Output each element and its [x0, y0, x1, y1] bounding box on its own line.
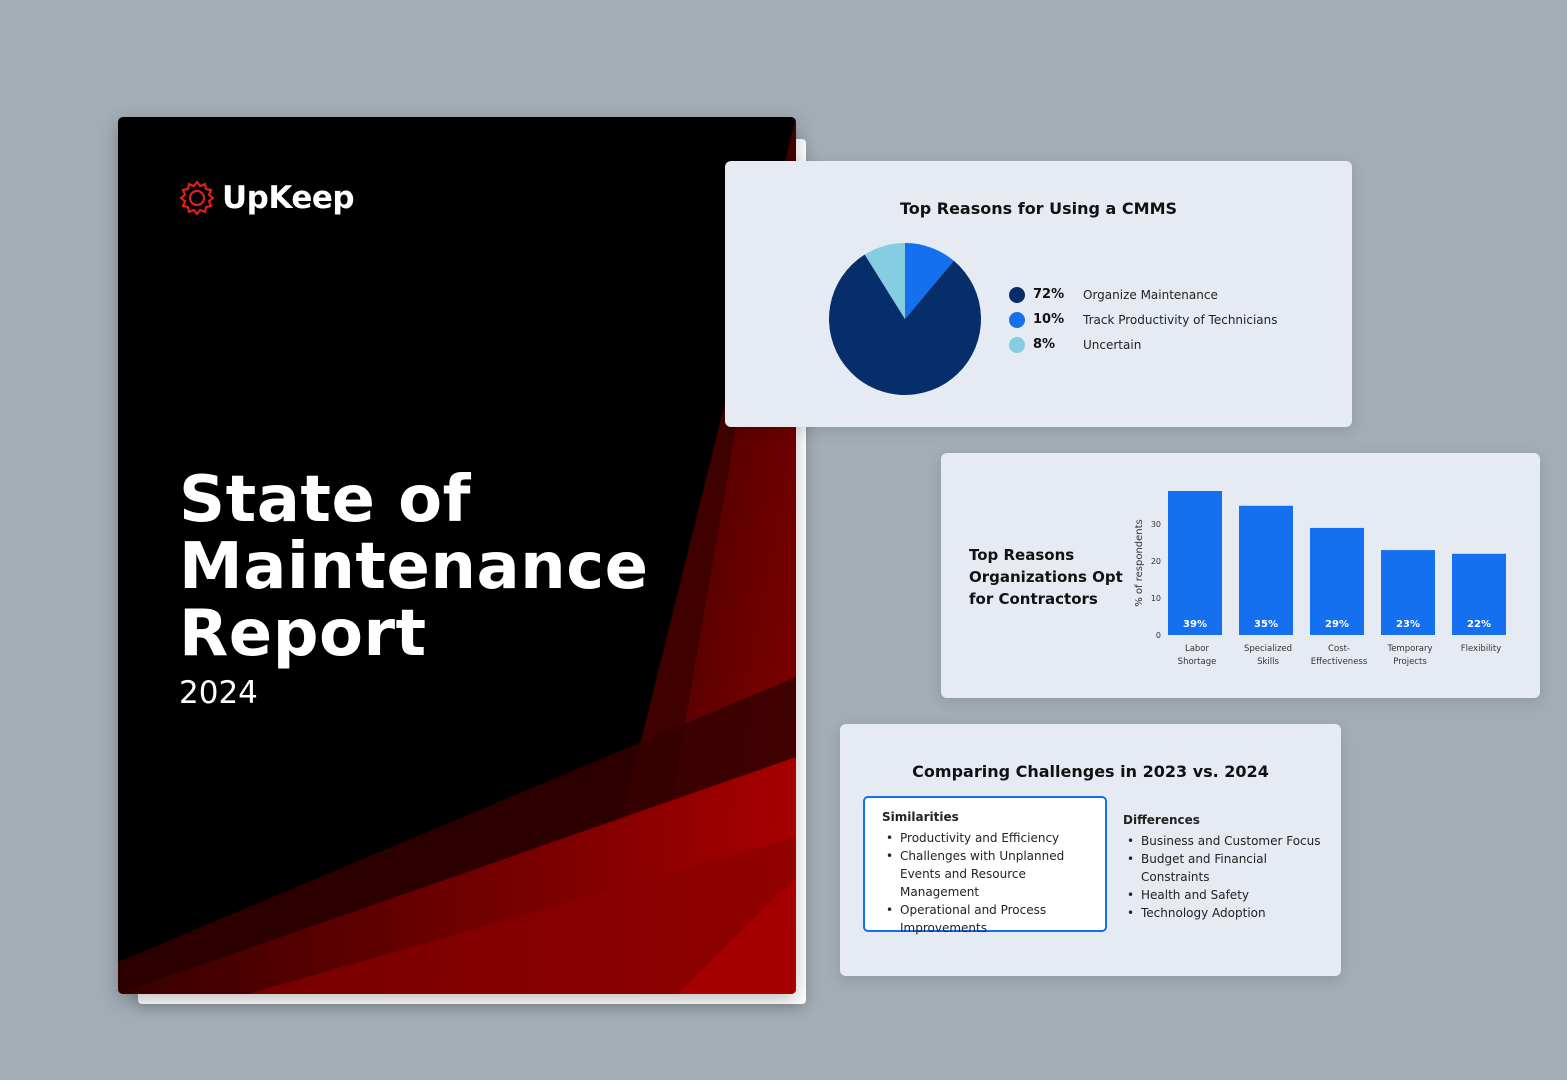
comparison-title: Comparing Challenges in 2023 vs. 2024 [912, 762, 1269, 781]
bar-chart-title: Top Reasons Organizations Opt for Contra… [969, 544, 1129, 610]
legend-percent: 72% [1033, 287, 1065, 302]
x-tick-label: Projects [1393, 657, 1427, 667]
report-cover[interactable]: UpKeep State of Maintenance Report 2024 [118, 117, 796, 994]
cover-title: State of Maintenance Report [179, 467, 649, 668]
legend-label: Organize Maintenance [1083, 287, 1218, 302]
similarities-box: Similarities Productivity and Efficiency… [863, 796, 1107, 935]
x-tick-label: Shortage [1178, 657, 1217, 667]
legend-swatch [1009, 286, 1025, 303]
legend-percent: 10% [1033, 312, 1065, 327]
bar-title-line: Organizations Opt [969, 568, 1123, 586]
x-tick-label: Specialized [1244, 644, 1292, 654]
contractor-reasons-card: Top Reasons Organizations Opt for Contra… [941, 453, 1540, 698]
pie-chart [829, 243, 981, 395]
x-tick-label: Effectiveness [1311, 657, 1368, 667]
cover-title-line: Report [179, 597, 427, 671]
legend-label: Track Productivity of Technicians [1083, 312, 1278, 327]
cover-title-line: State of [179, 463, 471, 537]
legend-item: 8% Uncertain [1009, 332, 1278, 357]
y-tick-label: 10 [1151, 594, 1161, 603]
legend-swatch [1009, 336, 1025, 353]
list-item: Operational and Process Improvements [882, 901, 1097, 937]
bar [1168, 491, 1222, 635]
brand-name: UpKeep [222, 180, 355, 216]
bar-data-label: 22% [1467, 619, 1491, 630]
legend-label: Uncertain [1083, 337, 1142, 352]
list-item: Health and Safety [1123, 886, 1333, 904]
similarities-list: Productivity and Efficiency Challenges w… [882, 829, 1097, 937]
x-tick-label: Temporary [1386, 644, 1432, 654]
legend-swatch [1009, 311, 1025, 328]
bar-data-label: 39% [1183, 619, 1207, 630]
bar-title-line: Top Reasons [969, 546, 1075, 564]
cover-year: 2024 [179, 675, 258, 711]
y-tick-label: 30 [1151, 520, 1161, 529]
similarities-heading: Similarities [882, 810, 959, 824]
bar-chart: % of respondents 0 10 20 30 39% Labor Shortage 3… [1134, 491, 1506, 667]
x-tick-label: Labor [1185, 644, 1210, 654]
legend-percent: 8% [1033, 337, 1056, 352]
bar-data-label: 23% [1396, 619, 1420, 630]
x-tick-label: Flexibility [1461, 644, 1502, 654]
y-tick-label: 20 [1151, 557, 1161, 566]
bar [1239, 505, 1293, 635]
differences-column: Differences Business and Customer Focus … [1123, 813, 1333, 922]
gear-icon [179, 180, 215, 216]
list-item: Challenges with Unplanned Events and Res… [882, 847, 1097, 901]
challenges-comparison-card: Comparing Challenges in 2023 vs. 2024 Si… [840, 724, 1341, 976]
bar-data-label: 29% [1325, 619, 1349, 630]
bar-title-line: for Contractors [969, 590, 1098, 608]
cover-title-line: Maintenance [179, 530, 649, 604]
list-item: Productivity and Efficiency [882, 829, 1097, 847]
legend-item: 10% Track Productivity of Technicians [1009, 307, 1278, 332]
x-tick-label: Cost- [1328, 644, 1350, 654]
bar-data-label: 35% [1254, 619, 1278, 630]
list-item: Budget and Financial Constraints [1123, 850, 1333, 886]
upkeep-logo: UpKeep [178, 179, 355, 217]
cmms-reasons-card: Top Reasons for Using a CMMS 72% Organiz… [725, 161, 1352, 427]
list-item: Business and Customer Focus [1123, 832, 1333, 850]
pie-legend: 72% Organize Maintenance 10% Track Produ… [1009, 282, 1278, 357]
differences-heading: Differences [1123, 813, 1200, 827]
list-item: Technology Adoption [1123, 904, 1333, 922]
differences-list: Business and Customer Focus Budget and F… [1123, 832, 1333, 922]
x-tick-label: Skills [1257, 657, 1279, 667]
legend-item: 72% Organize Maintenance [1009, 282, 1278, 307]
y-axis-label: % of respondents [1134, 519, 1145, 607]
pie-chart-title: Top Reasons for Using a CMMS [899, 199, 1178, 218]
y-tick-label: 0 [1156, 631, 1161, 640]
